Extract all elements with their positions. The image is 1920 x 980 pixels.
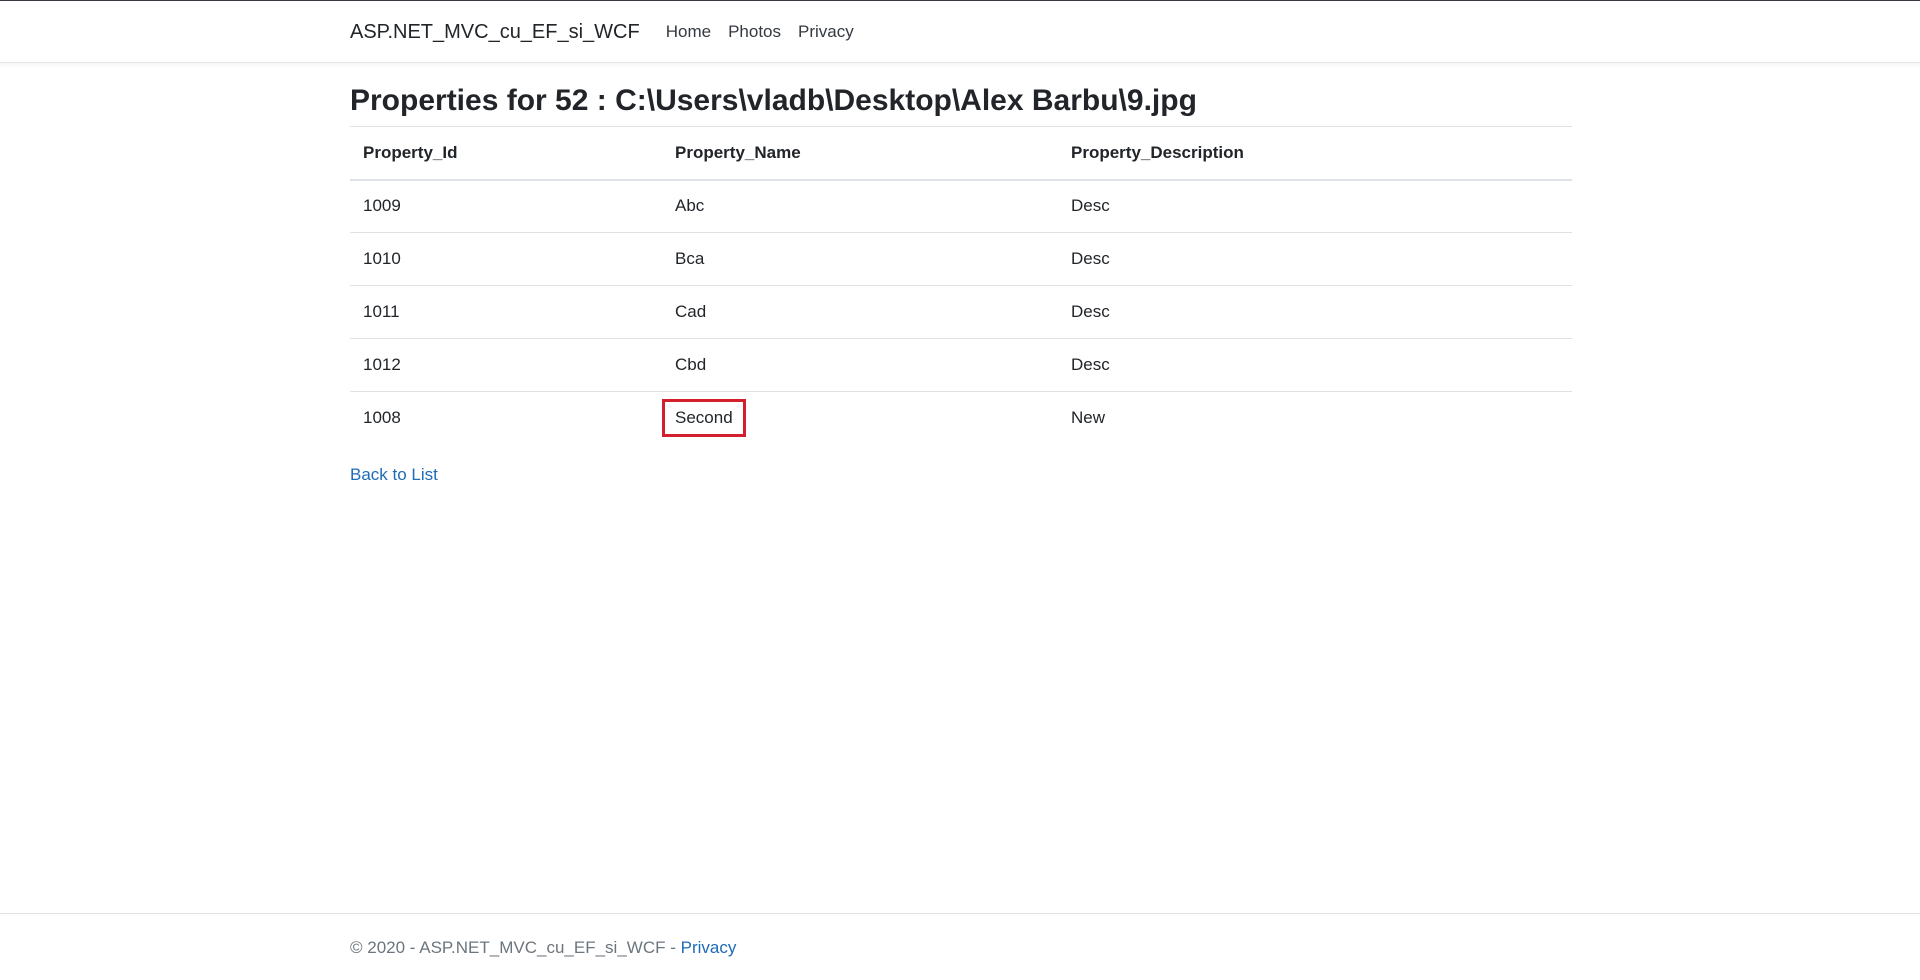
page-title: Properties for 52 : C:\Users\vladb\Deskt… [350, 84, 1197, 117]
cell-property-id: 1012 [350, 338, 662, 392]
cell-property-name: Cbd [662, 338, 1058, 392]
back-to-list-link[interactable]: Back to List [350, 465, 438, 485]
navbar-brand[interactable]: ASP.NET_MVC_cu_EF_si_WCF [350, 21, 640, 44]
cell-property-id: 1008 [363, 408, 401, 428]
cell-property-name: Abc [662, 179, 1058, 233]
nav-link-privacy[interactable]: Privacy [798, 22, 854, 42]
table-row: 1012 Cbd Desc [350, 338, 1572, 392]
navbar: ASP.NET_MVC_cu_EF_si_WCF Home Photos Pri… [0, 1, 1920, 63]
cell-property-name: Cad [662, 285, 1058, 339]
nav-link-home[interactable]: Home [666, 22, 711, 42]
table-row: 1009 Abc Desc [350, 179, 1572, 233]
header-property-id: Property_Id [350, 126, 662, 181]
cell-property-description: Desc [1058, 179, 1572, 233]
cell-property-id: 1011 [350, 285, 662, 339]
header-property-description: Property_Description [1058, 126, 1572, 181]
cell-property-description: New [1071, 408, 1106, 428]
nav-link-photos[interactable]: Photos [728, 22, 781, 42]
footer-content: © 2020 - ASP.NET_MVC_cu_EF_si_WCF - Priv… [350, 938, 736, 958]
cell-property-name-highlighted: Second [662, 392, 1058, 445]
footer-copyright: © 2020 - ASP.NET_MVC_cu_EF_si_WCF - [350, 938, 681, 957]
table-row: 1008 Second New [350, 392, 1572, 445]
footer-privacy-link[interactable]: Privacy [681, 938, 737, 957]
cell-property-description: Desc [1058, 232, 1572, 286]
cell-property-name: Bca [662, 232, 1058, 286]
cell-property-description: Desc [1058, 285, 1572, 339]
footer: © 2020 - ASP.NET_MVC_cu_EF_si_WCF - Priv… [0, 913, 1920, 980]
properties-table: Property_Id Property_Name Property_Descr… [350, 126, 1572, 445]
table-row: 1010 Bca Desc [350, 232, 1572, 286]
cell-property-id: 1009 [350, 179, 662, 233]
highlight-box: Second [662, 399, 746, 438]
main-content: Properties for 52 : C:\Users\vladb\Deskt… [350, 63, 1572, 485]
navbar-inner: ASP.NET_MVC_cu_EF_si_WCF Home Photos Pri… [350, 1, 871, 63]
table-header-row: Property_Id Property_Name Property_Descr… [350, 126, 1572, 181]
table-row: 1011 Cad Desc [350, 285, 1572, 339]
cell-property-description: Desc [1058, 338, 1572, 392]
cell-property-id: 1010 [350, 232, 662, 286]
header-property-name: Property_Name [662, 126, 1058, 181]
